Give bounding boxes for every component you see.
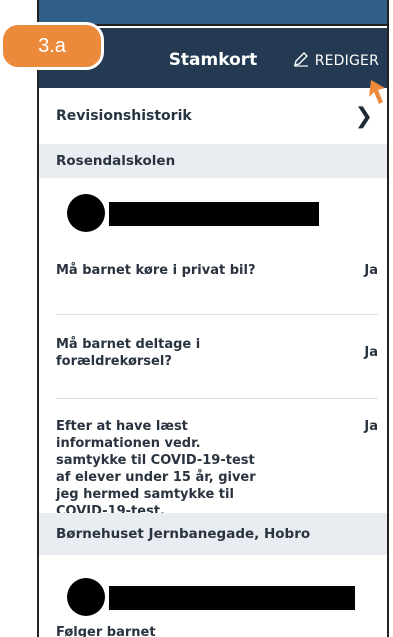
pointer-arrow-icon: [369, 80, 385, 104]
child-identity-redacted: [39, 186, 387, 242]
phone-frame: Stamkort REDIGER Revisionshistorik ❯ Ros…: [37, 0, 389, 637]
avatar: [67, 578, 105, 616]
section-header-school: Rosendalskolen: [39, 144, 387, 178]
consent-question: Må barnet deltage i forældrekørsel? Ja: [56, 336, 378, 370]
question-text: Må barnet køre i privat bil?: [56, 263, 256, 278]
edit-button[interactable]: REDIGER: [293, 51, 379, 71]
revision-history-row[interactable]: Revisionshistorik ❯: [39, 88, 387, 144]
question-answer: Ja: [364, 419, 378, 434]
divider: [56, 398, 378, 399]
consent-question: Efter at have læst informationen vedr. s…: [56, 418, 378, 520]
question-text: Må barnet deltage i forældrekørsel?: [56, 337, 201, 369]
pencil-icon: [293, 51, 309, 71]
consent-question: Må barnet køre i privat bil? Ja: [56, 262, 378, 279]
question-text: Efter at have læst informationen vedr. s…: [56, 419, 256, 519]
question-answer: Ja: [364, 345, 378, 360]
section-header-kindergarten: Børnehuset Jernbanegade, Hobro: [39, 513, 387, 555]
question-answer: Ja: [364, 263, 378, 278]
step-badge: 3.a: [0, 22, 104, 70]
revision-history-label: Revisionshistorik: [56, 108, 192, 124]
edit-button-label: REDIGER: [314, 53, 379, 69]
redacted-name: [109, 202, 319, 226]
redacted-name: [109, 586, 355, 610]
child-identity-redacted: [39, 570, 387, 626]
avatar: [67, 194, 105, 232]
divider: [56, 314, 378, 315]
question-text-partial: Følger barnet: [56, 625, 156, 637]
